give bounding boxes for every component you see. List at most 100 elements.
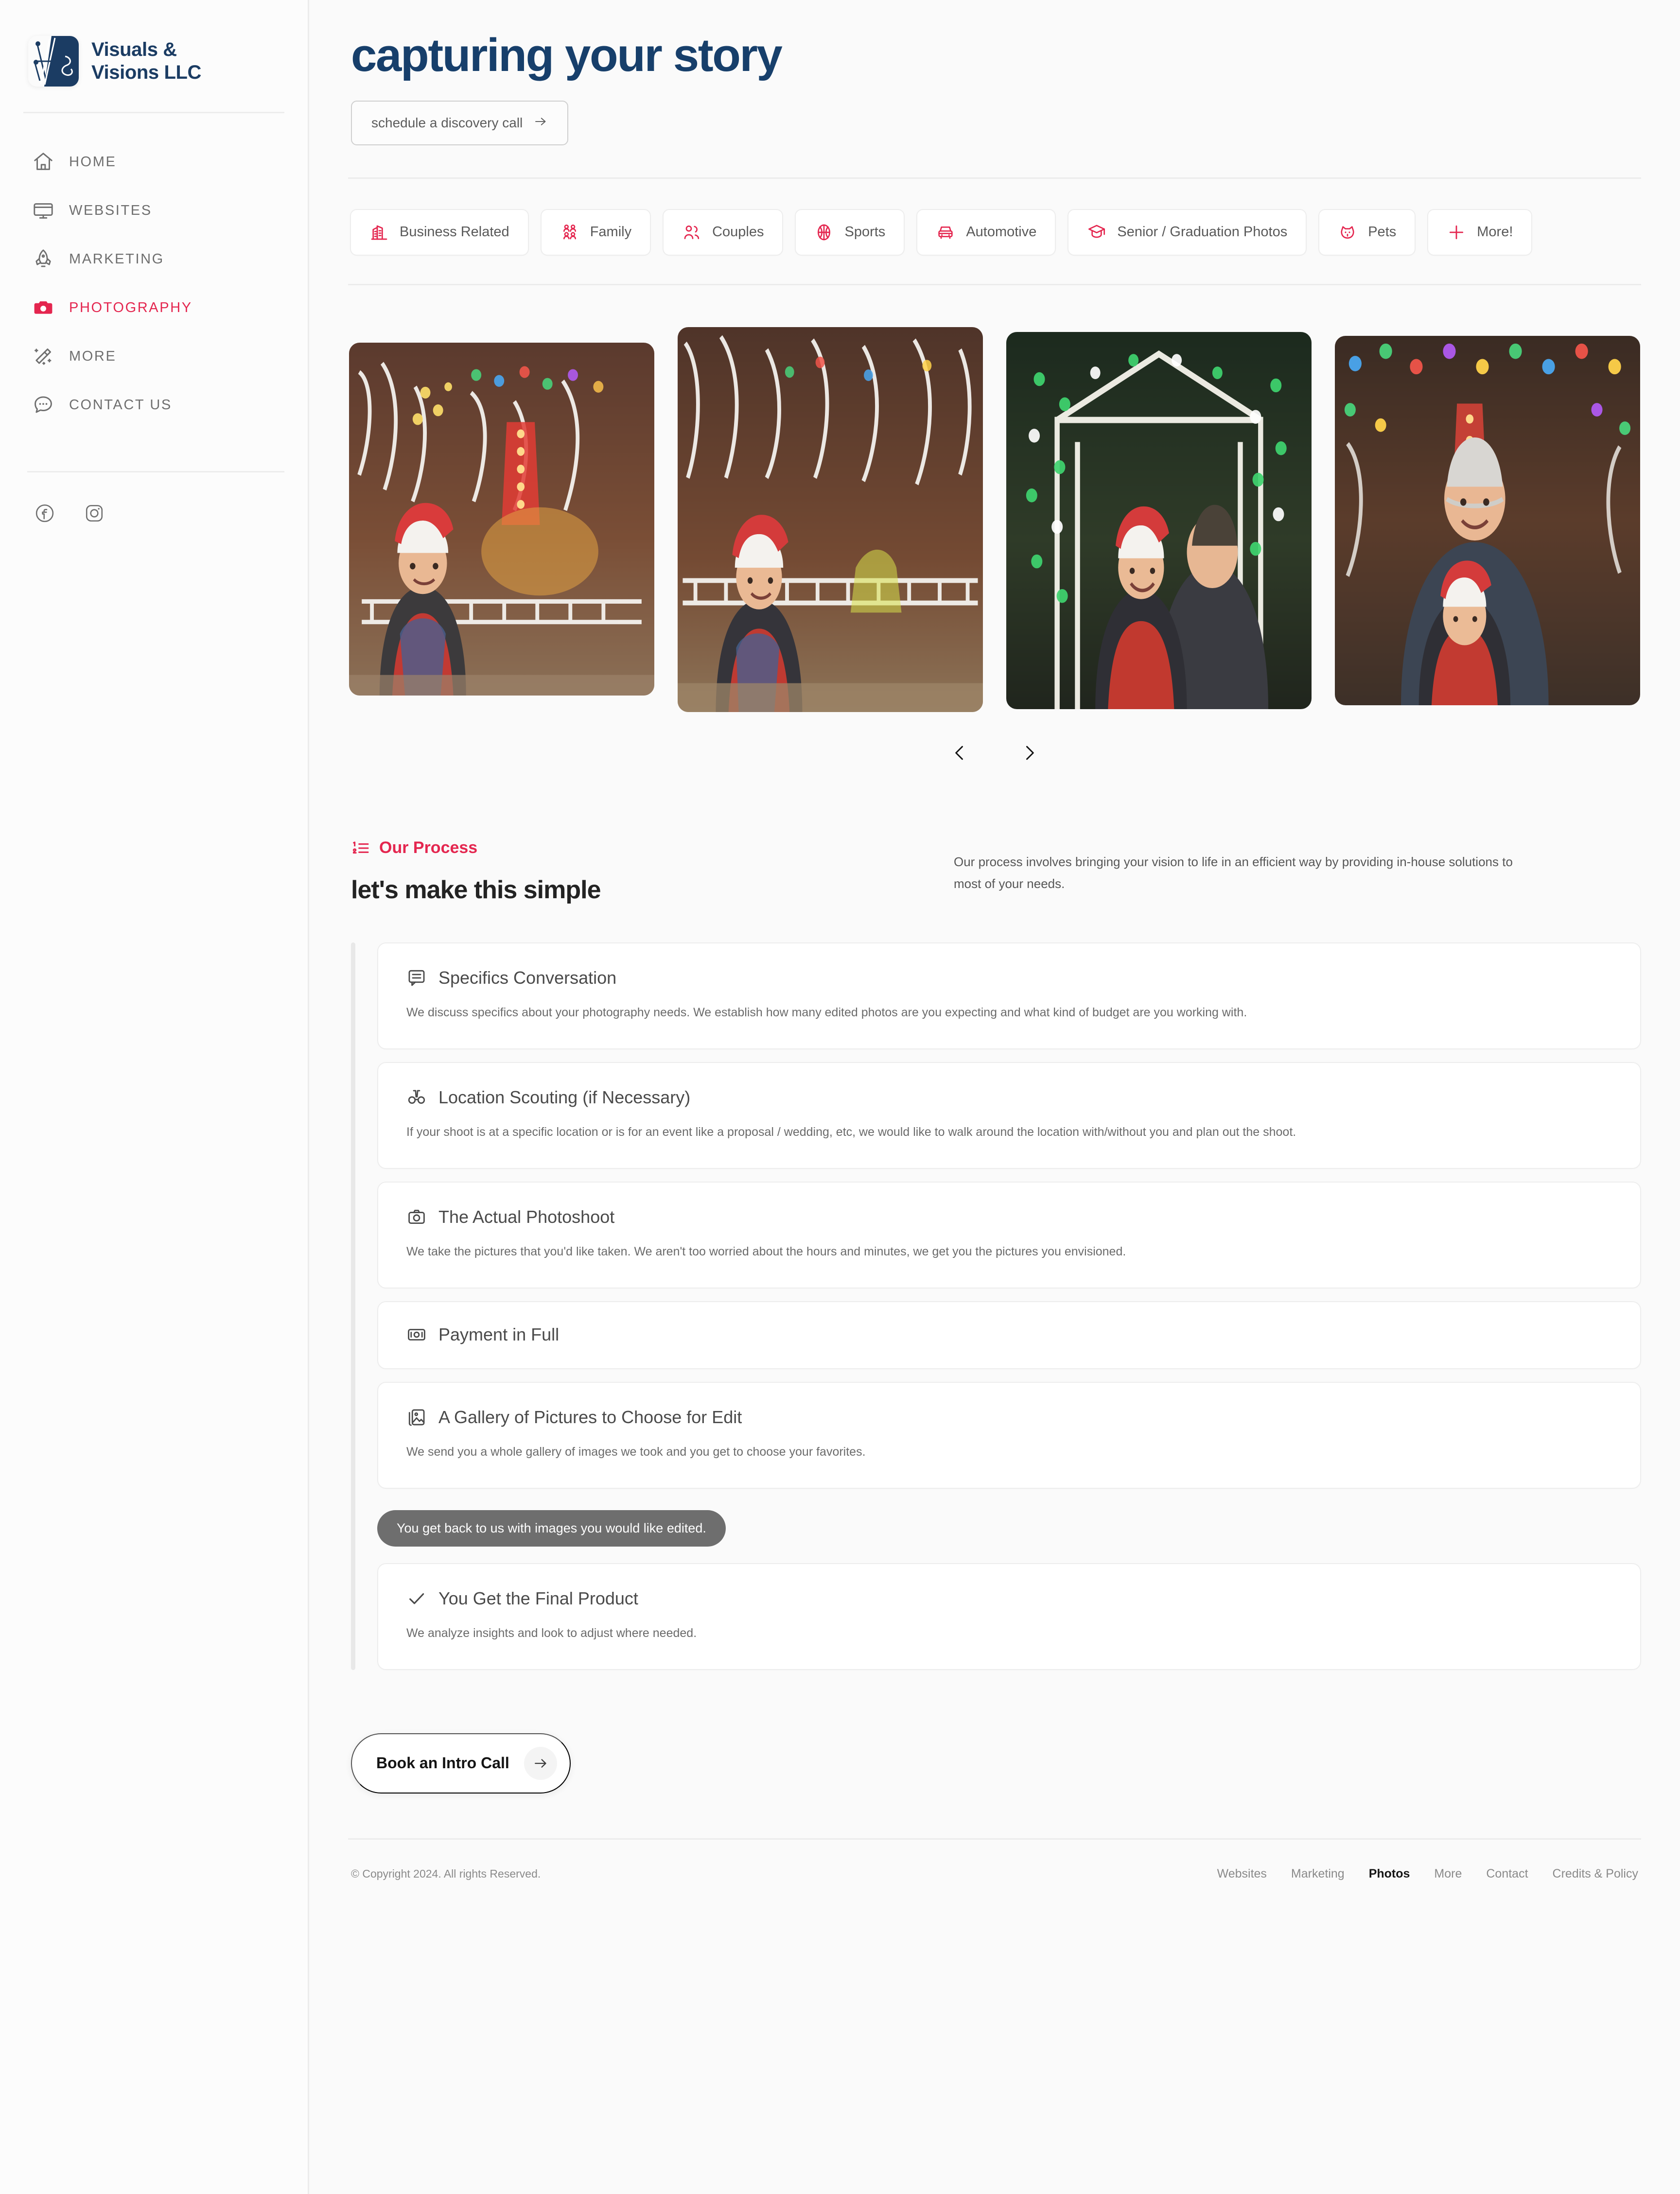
footer: © Copyright 2024. All rights Reserved. W…	[348, 1840, 1641, 1910]
sidebar-item-label: MARKETING	[69, 251, 164, 267]
copyright-text: © Copyright 2024. All rights Reserved.	[351, 1867, 541, 1880]
intro-cta-wrap: Book an Intro Call	[348, 1683, 1641, 1794]
process-timeline: Specifics Conversation We discuss specif…	[351, 942, 1641, 1670]
book-intro-call-button[interactable]: Book an Intro Call	[351, 1733, 571, 1794]
category-chip-automotive[interactable]: Automotive	[916, 209, 1056, 256]
plus-icon	[1447, 223, 1466, 242]
category-filter-chips: Business Related Family Couples Sports A…	[348, 179, 1641, 256]
family-group-icon	[560, 223, 579, 242]
category-chip-label: Senior / Graduation Photos	[1117, 224, 1288, 240]
sidebar-item-marketing[interactable]: MARKETING	[23, 235, 284, 283]
basketball-icon	[814, 223, 834, 242]
page-title: capturing your story	[351, 29, 783, 81]
chevron-left-icon	[949, 742, 970, 764]
process-note-pill: You get back to us with images you would…	[377, 1510, 726, 1547]
carousel-next-button[interactable]	[1016, 739, 1043, 766]
footer-link-contact[interactable]: Contact	[1486, 1867, 1528, 1881]
sidebar-item-label: HOME	[69, 154, 117, 170]
sidebar-item-label: MORE	[69, 348, 117, 364]
monitor-icon	[32, 199, 54, 222]
brand-name: Visuals & Visions LLC	[91, 38, 202, 83]
category-chip-label: Automotive	[966, 224, 1037, 240]
process-step-description: We analyze insights and look to adjust w…	[406, 1626, 697, 1640]
category-chip-sports[interactable]: Sports	[795, 209, 905, 256]
sidebar-item-label: WEBSITES	[69, 202, 152, 218]
category-chip-more[interactable]: More!	[1427, 209, 1533, 256]
social-links	[23, 472, 284, 524]
footer-link-credits-policy[interactable]: Credits & Policy	[1553, 1867, 1638, 1881]
camera-outline-icon	[406, 1207, 427, 1227]
sidebar-item-contact-us[interactable]: CONTACT US	[23, 381, 284, 429]
couple-icon	[682, 223, 701, 242]
process-step-title: Specifics Conversation	[438, 967, 617, 988]
process-step-location-scouting[interactable]: Location Scouting (if Necessary) If your…	[377, 1062, 1641, 1169]
category-chip-label: Business Related	[400, 224, 509, 240]
process-step-description: We send you a whole gallery of images we…	[406, 1445, 866, 1459]
process-step-description: If your shoot is at a specific location …	[406, 1125, 1296, 1139]
process-step-title: Location Scouting (if Necessary)	[438, 1087, 691, 1107]
footer-link-marketing[interactable]: Marketing	[1291, 1867, 1345, 1881]
carousel-prev-button[interactable]	[946, 739, 973, 766]
camera-icon	[32, 296, 54, 319]
gallery-photo-3[interactable]	[1006, 331, 1312, 709]
footer-links: Websites Marketing Photos More Contact C…	[1217, 1867, 1638, 1881]
process-step-title: A Gallery of Pictures to Choose for Edit	[438, 1407, 742, 1427]
category-chip-senior-graduation-photos[interactable]: Senior / Graduation Photos	[1068, 209, 1307, 256]
process-step-title: The Actual Photoshoot	[438, 1206, 615, 1227]
category-chip-label: Family	[590, 224, 632, 240]
category-chip-couples[interactable]: Couples	[663, 209, 784, 256]
process-eyebrow-label: Our Process	[379, 838, 478, 857]
process-step-title: You Get the Final Product	[438, 1588, 638, 1608]
graduation-cap-icon	[1087, 223, 1106, 242]
brand[interactable]: Visuals & Visions LLC	[23, 27, 284, 87]
footer-link-more[interactable]: More	[1434, 1867, 1462, 1881]
check-icon	[406, 1588, 427, 1609]
sidebar-nav: HOME WEBSITES MARKETING PHOTOGRAPHY MORE…	[23, 113, 284, 429]
sidebar-item-label: CONTACT US	[69, 397, 172, 413]
gallery-photo-1[interactable]	[349, 342, 654, 696]
money-bill-icon	[406, 1324, 427, 1345]
gallery-photo-2[interactable]	[678, 327, 983, 712]
timeline-rail	[351, 942, 355, 1670]
page-root: Visuals & Visions LLC HOME WEBSITES MARK…	[0, 0, 1680, 2194]
binoculars-icon	[406, 1087, 427, 1108]
arrow-right-icon	[524, 1746, 557, 1780]
building-icon	[369, 223, 389, 242]
book-intro-call-label: Book an Intro Call	[376, 1754, 509, 1772]
process-step-final-product[interactable]: You Get the Final Product We analyze ins…	[377, 1563, 1641, 1670]
process-step-specifics-conversation[interactable]: Specifics Conversation We discuss specif…	[377, 942, 1641, 1049]
sidebar-item-label: PHOTOGRAPHY	[69, 299, 192, 315]
category-chip-label: More!	[1477, 224, 1513, 240]
dog-icon	[1338, 223, 1357, 242]
home-icon	[32, 151, 54, 173]
process-title: let's make this simple	[351, 875, 601, 904]
sidebar-item-more[interactable]: MORE	[23, 332, 284, 381]
category-chip-pets[interactable]: Pets	[1318, 209, 1416, 256]
category-chip-family[interactable]: Family	[540, 209, 651, 256]
photo-gallery-carousel	[348, 285, 1641, 712]
instagram-icon[interactable]	[84, 503, 105, 524]
category-chip-business-related[interactable]: Business Related	[350, 209, 529, 256]
ordered-list-icon	[351, 838, 370, 858]
footer-link-websites[interactable]: Websites	[1217, 1867, 1267, 1881]
sidebar-item-websites[interactable]: WEBSITES	[23, 186, 284, 235]
category-chip-label: Couples	[712, 224, 764, 240]
gallery-photo-4[interactable]	[1335, 335, 1640, 705]
process-step-gallery-of-pictures[interactable]: A Gallery of Pictures to Choose for Edit…	[377, 1381, 1641, 1489]
process-step-actual-photoshoot[interactable]: The Actual Photoshoot We take the pictur…	[377, 1181, 1641, 1289]
image-gallery-icon	[406, 1407, 427, 1428]
process-description: Our process involves bringing your visio…	[954, 854, 1513, 891]
sidebar-item-photography[interactable]: PHOTOGRAPHY	[23, 283, 284, 332]
schedule-discovery-call-button[interactable]: schedule a discovery call	[351, 100, 569, 145]
category-chip-label: Pets	[1368, 224, 1397, 240]
main-content: capturing your story schedule a discover…	[309, 0, 1680, 2194]
sidebar-item-home[interactable]: HOME	[23, 138, 284, 186]
process-step-payment-in-full[interactable]: Payment in Full	[377, 1301, 1641, 1369]
facebook-icon[interactable]	[34, 503, 55, 524]
process-step-description: We take the pictures that you'd like tak…	[406, 1244, 1126, 1258]
footer-link-photos[interactable]: Photos	[1369, 1867, 1410, 1881]
category-chip-label: Sports	[844, 224, 886, 240]
chevron-right-icon	[1019, 742, 1040, 764]
process-step-title: Payment in Full	[438, 1324, 560, 1344]
car-icon	[936, 223, 955, 242]
